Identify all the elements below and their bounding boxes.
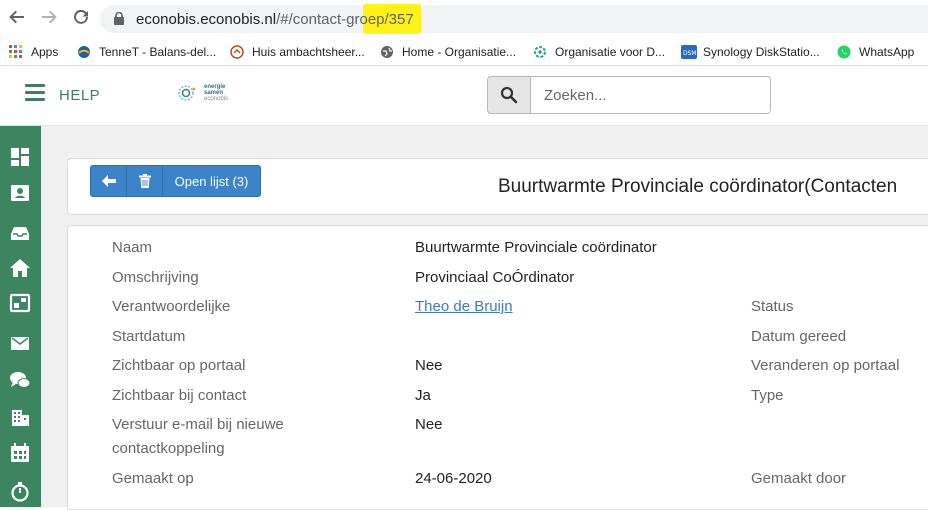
organisation-icon: [533, 45, 547, 59]
calendar-icon[interactable]: [9, 442, 31, 464]
open-list-button[interactable]: Open lijst (3): [163, 165, 261, 197]
arrow-left-icon: [101, 175, 116, 187]
zichtbaar-portaal-label: Zichtbaar op portaal: [112, 357, 246, 374]
verstuur-email-value: Nee: [415, 416, 443, 433]
back-arrow-icon[interactable]: [6, 8, 28, 30]
naam-label: Naam: [112, 239, 153, 256]
toolbar-button-group: Open lijst (3): [90, 165, 261, 197]
tennet-icon: [77, 45, 91, 59]
search-button[interactable]: [487, 76, 531, 114]
reload-icon[interactable]: [70, 8, 92, 30]
url-bar[interactable]: econobis.econobis.nl/#/contact-groep/357: [100, 4, 928, 34]
hamburger-menu-icon[interactable]: [25, 84, 45, 102]
logo-text: energie samen econobis: [204, 84, 229, 102]
gemaakt-op-label: Gemaakt op: [112, 470, 194, 487]
bookmark-label: Apps: [31, 45, 59, 59]
zichtbaar-contact-value: Ja: [415, 387, 431, 404]
window-icon[interactable]: [9, 292, 31, 314]
econobis-logo: energie samen econobis: [176, 83, 236, 105]
globe-icon: [380, 45, 394, 59]
verantwoordelijke-link[interactable]: Theo de Bruijn: [415, 298, 513, 315]
page-title: Buurtwarmte Provinciale coördinator(Cont…: [498, 176, 898, 197]
url-text: econobis.econobis.nl/#/contact-groep/357: [136, 11, 414, 28]
url-host: econobis.econobis.nl: [136, 11, 277, 28]
contacts-icon[interactable]: [9, 182, 31, 204]
help-link[interactable]: HELP: [59, 87, 100, 104]
svg-text:DSM: DSM: [683, 50, 697, 57]
whatsapp-icon: [837, 45, 851, 59]
bookmark-label: TenneT - Balans-del...: [99, 45, 217, 59]
bookmark-home-organisatie[interactable]: Home - Organisatie...: [380, 43, 516, 61]
email-icon[interactable]: [9, 332, 31, 354]
gemaakt-door-label: Gemaakt door: [751, 470, 847, 487]
app-header: HELP energie samen econobis: [0, 66, 928, 126]
datum-gereed-label: Datum gereed: [751, 328, 847, 345]
inbox-icon[interactable]: [9, 222, 31, 244]
veranderen-portaal-label: Veranderen op portaal: [751, 357, 900, 374]
search-icon: [500, 86, 518, 104]
stopwatch-icon[interactable]: [9, 480, 31, 502]
delete-button[interactable]: [127, 165, 163, 197]
gemaakt-op-value: 24-06-2020: [415, 470, 492, 487]
naam-value: Buurtwarmte Provinciale coördinator: [415, 239, 657, 256]
building-icon[interactable]: [9, 406, 31, 428]
type-label: Type: [751, 387, 784, 404]
status-label: Status: [751, 298, 794, 315]
dsm-icon: DSM: [681, 45, 697, 59]
bookmark-huis[interactable]: Huis ambachtsheer...: [230, 43, 365, 61]
logo-mark-icon: [178, 85, 196, 101]
verstuur-email-label-line1: Verstuur e-mail bij nieuwe: [112, 416, 284, 433]
bookmark-whatsapp[interactable]: WhatsApp: [837, 43, 914, 61]
omschrijving-value: Provinciaal CoÓrdinator: [415, 269, 575, 286]
url-path: /#/contact-groep/357: [276, 11, 414, 28]
dashboard-icon[interactable]: [9, 146, 31, 168]
lock-icon: [114, 12, 124, 25]
bookmarks-bar: Apps TenneT - Balans-del... Huis ambacht…: [0, 37, 928, 66]
bookmark-apps[interactable]: Apps: [9, 43, 58, 61]
bookmark-organisatie-voor[interactable]: Organisatie voor D...: [533, 43, 665, 61]
startdatum-label: Startdatum: [112, 328, 186, 345]
sidebar: [0, 126, 41, 507]
home-icon[interactable]: [9, 257, 31, 279]
house-icon: [230, 45, 244, 59]
bookmark-tennet[interactable]: TenneT - Balans-del...: [77, 43, 216, 61]
bookmark-label: WhatsApp: [859, 45, 915, 59]
chat-icon[interactable]: [9, 369, 31, 391]
browser-toolbar: econobis.econobis.nl/#/contact-groep/357: [0, 0, 928, 37]
zichtbaar-contact-label: Zichtbaar bij contact: [112, 387, 247, 404]
omschrijving-label: Omschrijving: [112, 269, 199, 286]
trash-icon: [138, 174, 151, 188]
bookmark-label: Home - Organisatie...: [402, 45, 517, 59]
search-input[interactable]: [530, 76, 771, 114]
bookmark-label: Huis ambachtsheer...: [252, 45, 365, 59]
bookmark-label: Organisatie voor D...: [555, 45, 666, 59]
zichtbaar-portaal-value: Nee: [415, 357, 443, 374]
back-button[interactable]: [90, 165, 127, 197]
bookmark-synology[interactable]: DSM Synology DiskStatio...: [681, 43, 820, 61]
apps-grid-icon: [9, 45, 23, 59]
forward-arrow-icon[interactable]: [38, 8, 60, 30]
verstuur-email-label-line2: contactkoppeling: [112, 440, 225, 457]
verantwoordelijke-label: Verantwoordelijke: [112, 298, 231, 315]
bookmark-label: Synology DiskStatio...: [703, 45, 820, 59]
